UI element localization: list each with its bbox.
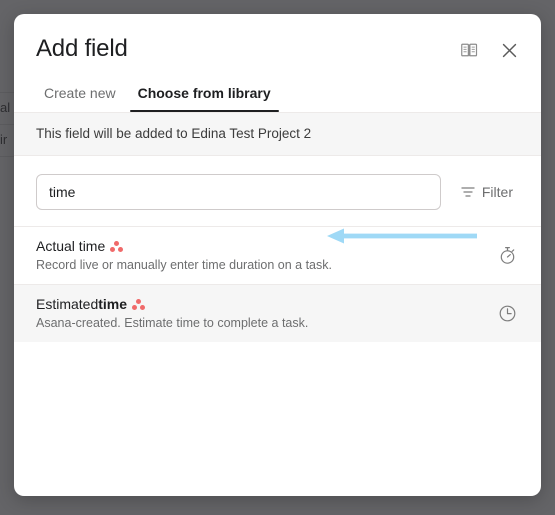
list-item-description: Asana-created. Estimate time to complete… <box>36 316 309 330</box>
filter-button[interactable]: Filter <box>455 178 519 206</box>
library-book-glyph <box>460 43 477 56</box>
list-item-title-text: Actual time <box>36 238 106 254</box>
search-row: Filter <box>14 156 541 226</box>
list-item[interactable]: Estimated time Asana-created. Estimate t… <box>14 284 541 342</box>
list-item-title-match: time <box>98 296 128 312</box>
tab-choose-from-library[interactable]: Choose from library <box>129 80 279 112</box>
close-glyph <box>502 43 516 57</box>
list-item-text: Estimated time Asana-created. Estimate t… <box>36 295 483 332</box>
stopwatch-glyph <box>500 246 514 264</box>
list-item[interactable]: Actual time Record live or manually ente… <box>14 226 541 284</box>
tab-create-new[interactable]: Create new <box>36 80 124 112</box>
add-field-dialog: Add field Create new Choose from library <box>14 14 541 496</box>
filter-icon <box>461 187 475 197</box>
dialog-header: Add field <box>14 14 541 64</box>
page-title: Add field <box>36 35 128 62</box>
list-item-title-text: Estimated <box>36 296 99 312</box>
list-item-text: Actual time Record live or manually ente… <box>36 237 483 274</box>
header-actions <box>457 38 521 62</box>
asana-logo-icon <box>110 240 124 253</box>
asana-logo-icon <box>132 298 146 311</box>
list-item-description: Record live or manually enter time durat… <box>36 258 332 272</box>
stopwatch-icon <box>495 244 519 268</box>
close-icon[interactable] <box>497 38 521 62</box>
list-item-title-group: Estimated time <box>36 295 127 314</box>
library-book-icon[interactable] <box>457 38 481 62</box>
dialog-tabs: Create new Choose from library <box>14 64 541 112</box>
search-input[interactable] <box>36 174 441 210</box>
list-item-title: Actual time <box>36 237 483 256</box>
clock-icon <box>495 302 519 326</box>
clock-glyph <box>499 305 515 322</box>
project-notice-banner: This field will be added to Edina Test P… <box>14 112 541 156</box>
list-item-title: Estimated time <box>36 295 483 314</box>
filter-button-label: Filter <box>481 184 513 200</box>
field-results-list: Actual time Record live or manually ente… <box>14 226 541 496</box>
